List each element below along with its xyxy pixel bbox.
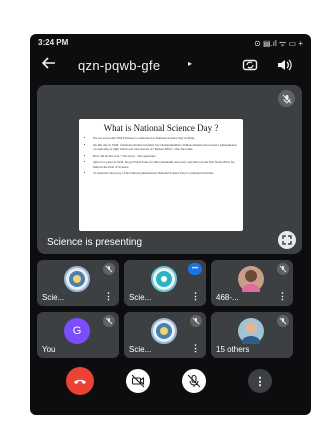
participant-name: Scie... [129, 293, 152, 302]
participant-avatar [64, 266, 90, 292]
more-options-icon[interactable]: ⋮ [104, 291, 113, 302]
others-count: 15 others [216, 345, 250, 354]
participant-tile-you[interactable]: G You [37, 312, 119, 358]
participant-name: You [42, 345, 56, 354]
meeting-details-caret-icon[interactable]: ▸ [188, 59, 192, 68]
participant-avatar [238, 266, 264, 296]
participant-avatar [238, 318, 264, 348]
participant-avatar [151, 318, 177, 344]
presenting-label: Science is presenting [47, 237, 143, 248]
you-avatar: G [64, 318, 90, 344]
mic-muted-icon [103, 315, 115, 327]
speaker-icon[interactable] [276, 57, 292, 78]
camera-off-button[interactable] [126, 369, 150, 393]
slide-bullet: On this day in 1928, Celebrated Indian S… [93, 143, 237, 151]
slide-bullet-list: We are aware that 28th February is celeb… [85, 136, 237, 175]
top-bar: qzn-pqwb-gfe ▸ [30, 54, 311, 78]
presentation-tile[interactable]: What is National Science Day ? We are aw… [37, 85, 302, 254]
end-call-button[interactable] [66, 367, 94, 395]
main-mic-muted-icon [278, 90, 295, 107]
shared-slide: What is National Science Day ? We are aw… [79, 119, 243, 231]
status-icons: ⊙ ▤.ıl ᯤ ▭ + [254, 39, 303, 48]
status-bar: 3:24 PM ⊙ ▤.ıl ᯤ ▭ + [30, 34, 311, 50]
participant-tile[interactable]: Scie... ⋮ [37, 260, 119, 306]
mic-muted-icon [190, 315, 202, 327]
status-time: 3:24 PM [38, 38, 69, 47]
fullscreen-icon[interactable] [278, 231, 296, 249]
slide-bullet: How did he discover ? The story... The q… [93, 154, 237, 158]
participant-name: 468-... [216, 293, 239, 302]
participant-tile[interactable]: Scie... ⋮ [124, 312, 206, 358]
more-options-icon[interactable]: ⋮ [191, 343, 200, 354]
more-options-icon[interactable]: ⋮ [191, 291, 200, 302]
switch-camera-icon[interactable] [242, 57, 258, 78]
avatar-letter: G [72, 325, 82, 337]
participant-name: Scie... [42, 293, 65, 302]
call-controls: ⋮ [30, 363, 311, 403]
back-arrow-icon[interactable] [41, 56, 56, 73]
meeting-code[interactable]: qzn-pqwb-gfe [78, 58, 160, 73]
slide-bullet: We are aware that 28th February is celeb… [93, 136, 237, 140]
mic-off-button[interactable] [182, 369, 206, 393]
mic-muted-icon [103, 263, 115, 275]
others-tile[interactable]: 15 others [211, 312, 293, 358]
mic-muted-icon [277, 315, 289, 327]
more-options-icon[interactable]: ⋮ [278, 291, 287, 302]
more-options-button[interactable]: ⋮ [248, 369, 272, 393]
slide-bullet: To mark the discovery of his famous phen… [93, 171, 237, 175]
participant-avatar [151, 266, 177, 292]
participant-name: Scie... [129, 345, 152, 354]
speaking-indicator-icon: ••• [188, 263, 202, 275]
slide-bullet: After two years in 1930, he got Nobel Pr… [93, 160, 237, 168]
phone-screen: 3:24 PM ⊙ ▤.ıl ᯤ ▭ + qzn-pqwb-gfe ▸ What… [30, 34, 311, 415]
mic-muted-icon [277, 263, 289, 275]
slide-title: What is National Science Day ? [103, 123, 219, 133]
participant-tile[interactable]: 468-... ⋮ [211, 260, 293, 306]
participant-tile[interactable]: ••• Scie... ⋮ [124, 260, 206, 306]
